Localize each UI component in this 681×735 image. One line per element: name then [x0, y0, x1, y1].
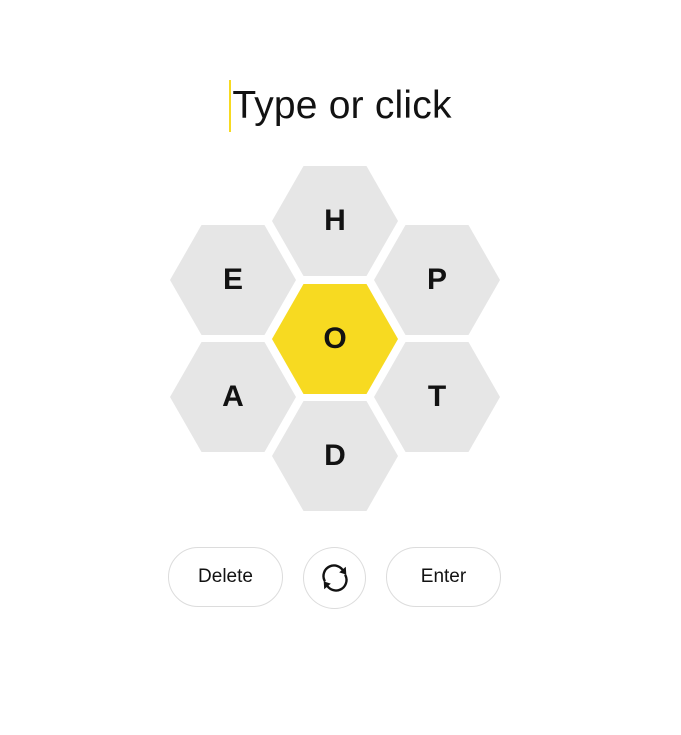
word-input[interactable]: Type or click [229, 80, 451, 132]
shuffle-icon [321, 564, 348, 592]
hive-letter: D [324, 439, 346, 472]
enter-button-label: Enter [420, 566, 467, 587]
word-input-row[interactable]: Type or click [0, 78, 681, 134]
hive-cell-bottom[interactable]: D [272, 401, 398, 511]
hive-controls: Delete Enter [0, 547, 681, 609]
delete-button-label: Delete [198, 566, 253, 587]
shuffle-button[interactable] [303, 547, 366, 609]
input-placeholder: Type or click [232, 84, 452, 127]
input-caret [229, 80, 232, 132]
enter-button[interactable]: Enter [386, 547, 501, 607]
delete-button[interactable]: Delete [168, 547, 283, 607]
